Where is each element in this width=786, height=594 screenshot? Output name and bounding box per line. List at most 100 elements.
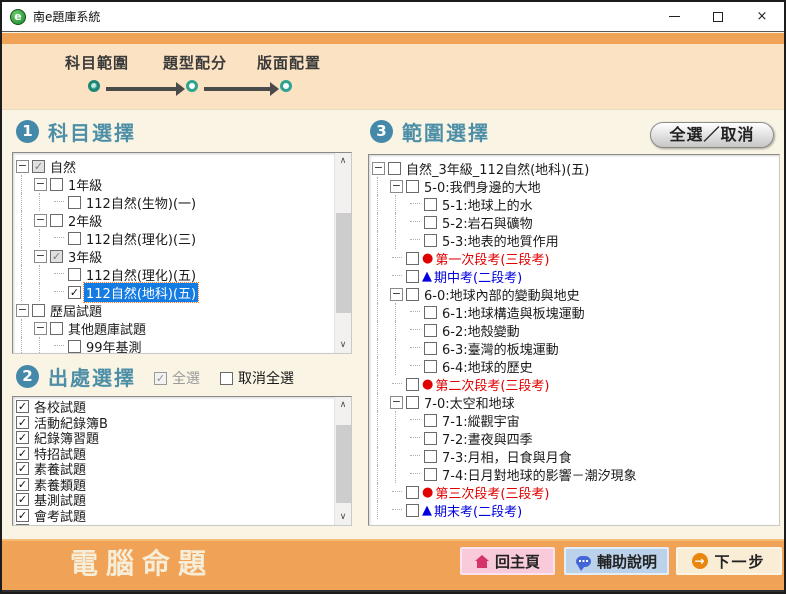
tree-checkbox[interactable] (68, 232, 81, 245)
step-circle-3[interactable] (280, 80, 292, 92)
tree-item-label[interactable]: 3年級 (66, 247, 104, 266)
range-tree-row[interactable]: 6-3:臺灣的板塊運動 (369, 339, 779, 357)
tree-item-label[interactable]: 期末考(二段考) (432, 501, 524, 520)
range-tree-row[interactable]: 5-1:地球上的水 (369, 195, 779, 213)
subject-tree-row[interactable]: − 1年級 (13, 175, 334, 193)
tree-checkbox[interactable] (406, 288, 419, 301)
tree-checkbox[interactable] (68, 268, 81, 281)
tree-item-label[interactable]: 1年級 (66, 175, 104, 194)
subject-tree-row[interactable]: −✓3年級 (13, 247, 334, 265)
subject-tree-row[interactable]: −歷屆試題 (13, 301, 334, 319)
range-tree-row[interactable]: ●第一次段考(三段考) (369, 249, 779, 267)
tree-item-label[interactable]: 112自然(生物)(一) (84, 193, 198, 212)
range-tree-row[interactable]: 7-4:日月對地球的影響－潮汐現象 (369, 465, 779, 483)
tree-checkbox[interactable] (424, 450, 437, 463)
tree-checkbox[interactable]: ✓ (32, 160, 45, 173)
subject-tree-row[interactable]: −其他題庫試題 (13, 319, 334, 337)
tree-item-label[interactable]: 5-0:我們身邊的大地 (422, 177, 543, 196)
select-all-checkbox-group[interactable]: ✓ 全選 (154, 368, 200, 388)
tree-checkbox[interactable] (406, 504, 419, 517)
range-tree-row[interactable]: 5-3:地表的地質作用 (369, 231, 779, 249)
tree-item-label[interactable]: 7-4:日月對地球的影響－潮汐現象 (440, 465, 639, 484)
tree-checkbox[interactable] (424, 342, 437, 355)
source-item-checkbox[interactable]: ✓ (16, 400, 29, 413)
tree-checkbox[interactable] (50, 322, 63, 335)
range-tree-row[interactable]: 6-1:地球構造與板塊運動 (369, 303, 779, 321)
range-tree-row[interactable]: 5-2:岩石與礦物 (369, 213, 779, 231)
tree-item-label[interactable]: 5-3:地表的地質作用 (440, 231, 561, 250)
expand-collapse-icon[interactable]: − (390, 396, 403, 409)
toggle-all-button[interactable]: 全選／取消 (650, 122, 774, 148)
tree-checkbox[interactable] (50, 178, 63, 191)
source-list-scrollbar[interactable]: ∧ ∨ (334, 397, 351, 525)
tree-item-label[interactable]: 5-2:岩石與礦物 (440, 213, 535, 232)
scroll-down-icon[interactable]: ∨ (335, 337, 351, 353)
tree-checkbox[interactable] (424, 432, 437, 445)
expand-collapse-icon[interactable]: − (34, 178, 47, 191)
tree-checkbox[interactable] (424, 216, 437, 229)
home-button[interactable]: 回主頁 (460, 547, 555, 575)
subject-tree-row[interactable]: −✓自然 (13, 157, 334, 175)
tree-checkbox[interactable] (424, 414, 437, 427)
tree-checkbox[interactable] (424, 198, 437, 211)
expand-collapse-icon[interactable]: − (34, 250, 47, 263)
step-circle-1[interactable] (88, 80, 100, 92)
tree-item-label[interactable]: 112自然(理化)(五) (84, 265, 198, 284)
expand-collapse-icon[interactable]: − (390, 180, 403, 193)
tree-item-label[interactable]: 7-3:月相，日食與月食 (440, 447, 574, 466)
source-item-checkbox[interactable]: ✓ (16, 462, 29, 475)
range-tree-row[interactable]: ▲期中考(二段考) (369, 267, 779, 285)
source-item-checkbox[interactable]: ✓ (16, 509, 29, 522)
subject-tree-row[interactable]: 112自然(生物)(一) (13, 193, 334, 211)
range-tree-row[interactable]: 7-2:晝夜與四季 (369, 429, 779, 447)
range-tree-row[interactable]: 6-4:地球的歷史 (369, 357, 779, 375)
expand-collapse-icon[interactable]: − (16, 160, 29, 173)
tree-item-label[interactable]: 歷屆試題 (48, 301, 104, 320)
tree-checkbox[interactable] (406, 396, 419, 409)
tree-item-label[interactable]: 6-1:地球構造與板塊運動 (440, 303, 587, 322)
source-list-item[interactable]: ✓會考試題 (13, 508, 334, 524)
source-item-checkbox[interactable]: ✓ (16, 416, 29, 429)
minimize-button[interactable] (652, 2, 696, 31)
tree-item-label[interactable]: 第三次段考(三段考) (433, 483, 551, 502)
tree-checkbox[interactable] (424, 324, 437, 337)
tree-item-label[interactable]: 6-3:臺灣的板塊運動 (440, 339, 561, 358)
range-tree-row[interactable]: −7-0:太空和地球 (369, 393, 779, 411)
tree-item-label[interactable]: 7-1:縱觀宇宙 (440, 411, 522, 430)
range-tree-row[interactable]: 7-1:縱觀宇宙 (369, 411, 779, 429)
tree-checkbox[interactable] (406, 378, 419, 391)
range-tree-row[interactable]: ▲期末考(二段考) (369, 501, 779, 519)
tree-item-label[interactable]: 6-2:地殼變動 (440, 321, 522, 340)
tree-item-label[interactable]: 其他題庫試題 (66, 319, 148, 338)
tree-item-label[interactable]: 6-4:地球的歷史 (440, 357, 535, 376)
scroll-up-icon[interactable]: ∧ (335, 397, 351, 413)
tree-checkbox[interactable] (424, 234, 437, 247)
source-item-checkbox[interactable]: ✓ (16, 447, 29, 460)
range-tree-row[interactable]: ●第二次段考(三段考) (369, 375, 779, 393)
subject-tree-scrollbar[interactable]: ∧ ∨ (334, 153, 351, 353)
tree-checkbox[interactable] (406, 270, 419, 283)
tree-item-label[interactable]: 第一次段考(三段考) (433, 249, 551, 268)
range-tree-row[interactable]: − 5-0:我們身邊的大地 (369, 177, 779, 195)
subject-tree-row[interactable]: 99年基測 (13, 337, 334, 354)
maximize-button[interactable] (696, 2, 740, 31)
select-all-checkbox[interactable]: ✓ (154, 372, 167, 385)
expand-collapse-icon[interactable]: − (390, 288, 403, 301)
expand-collapse-icon[interactable]: − (372, 162, 385, 175)
tree-checkbox[interactable] (424, 360, 437, 373)
scrollbar-thumb[interactable] (336, 425, 351, 503)
subject-tree-row[interactable]: −2年級 (13, 211, 334, 229)
range-tree-row[interactable]: 6-2:地殼變動 (369, 321, 779, 339)
tree-checkbox[interactable] (406, 180, 419, 193)
subject-tree-row[interactable]: ✓112自然(地科)(五) (13, 283, 334, 301)
help-button[interactable]: 輔助說明 (564, 547, 669, 575)
range-tree-row[interactable]: −6-0:地球內部的變動與地史 (369, 285, 779, 303)
tree-checkbox[interactable] (424, 306, 437, 319)
tree-item-label[interactable]: 自然_3年級_112自然(地科)(五) (404, 159, 591, 178)
tree-checkbox[interactable] (68, 340, 81, 353)
tree-item-label[interactable]: 112自然(地科)(五) (84, 283, 198, 302)
tree-checkbox[interactable] (50, 214, 63, 227)
deselect-all-checkbox-group[interactable]: 取消全選 (220, 368, 294, 388)
expand-collapse-icon[interactable]: − (34, 214, 47, 227)
range-tree-row[interactable]: 7-3:月相，日食與月食 (369, 447, 779, 465)
